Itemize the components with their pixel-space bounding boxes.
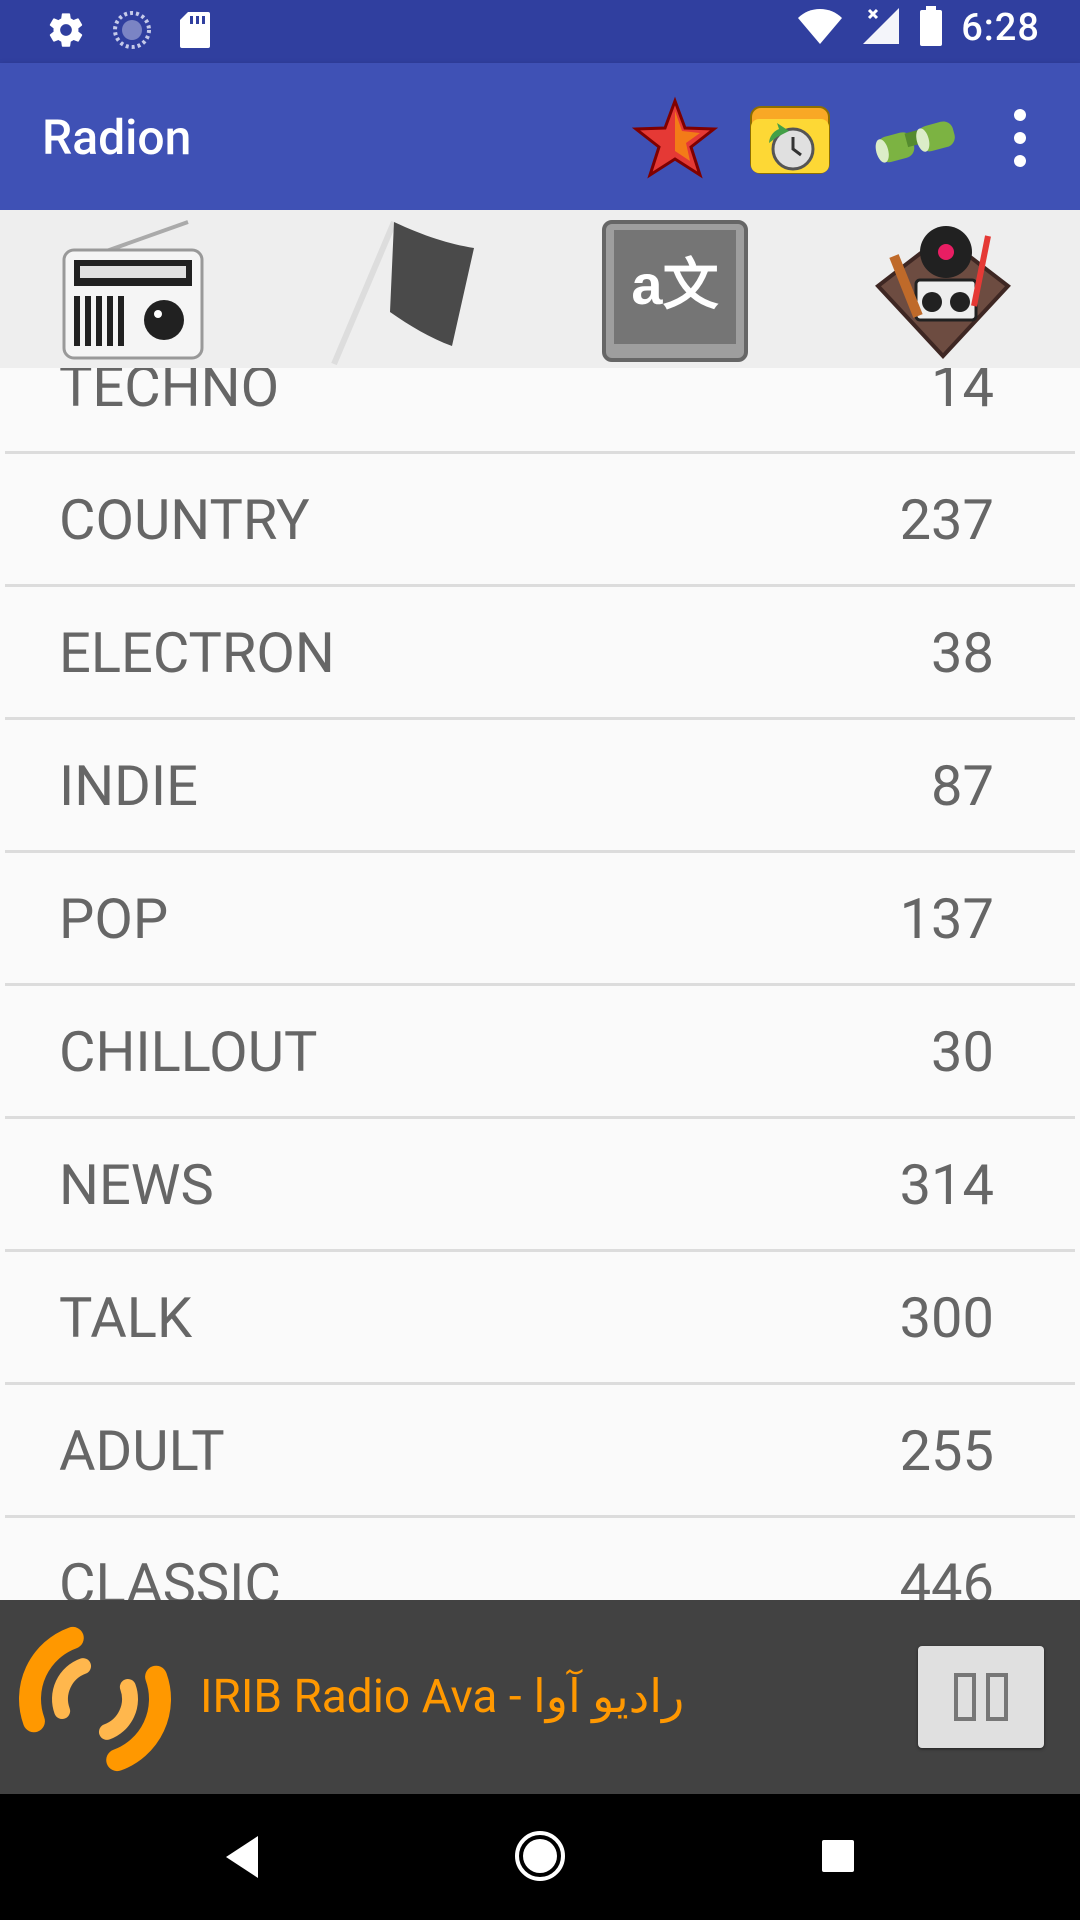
- binoculars-search-icon[interactable]: [870, 93, 960, 183]
- genre-label: ADULT: [59, 1418, 225, 1484]
- genre-list[interactable]: TECHNO 14 COUNTRY 237 ELECTRON 38 INDIE …: [0, 368, 1080, 1600]
- genre-label: INDIE: [59, 753, 198, 819]
- category-tab-bar: a文: [0, 210, 1080, 368]
- list-item[interactable]: CHILLOUT 30: [0, 986, 1080, 1119]
- radio-icon[interactable]: [58, 216, 208, 366]
- battery-icon: [919, 6, 943, 50]
- signal-icon: [861, 6, 901, 50]
- system-nav-bar: [0, 1794, 1080, 1920]
- now-playing-bar[interactable]: IRIB Radio Ava - رادیو آوا: [0, 1600, 1080, 1794]
- wifi-icon: [797, 6, 843, 50]
- list-item[interactable]: TECHNO 14: [0, 368, 1080, 454]
- favorites-star-icon[interactable]: [630, 93, 720, 183]
- list-item[interactable]: CLASSIC 446: [0, 1518, 1080, 1600]
- app-bar: Radion: [0, 63, 1080, 210]
- pause-button[interactable]: [918, 1646, 1044, 1748]
- station-count: 87: [931, 753, 994, 819]
- station-count: 300: [899, 1285, 994, 1351]
- station-logo: [10, 1614, 180, 1784]
- genre-label: TALK: [59, 1285, 193, 1351]
- overflow-menu-icon[interactable]: [990, 93, 1050, 183]
- list-item[interactable]: NEWS 314: [0, 1119, 1080, 1252]
- list-item[interactable]: COUNTRY 237: [0, 454, 1080, 587]
- genre-label: CLASSIC: [59, 1551, 281, 1600]
- station-count: 137: [899, 886, 994, 952]
- genre-label: TECHNO: [59, 368, 280, 420]
- svg-text:a文: a文: [631, 253, 718, 316]
- language-icon[interactable]: a文: [600, 216, 750, 366]
- list-item[interactable]: ADULT 255: [0, 1385, 1080, 1518]
- station-count: 314: [899, 1152, 994, 1218]
- station-count: 237: [899, 487, 994, 553]
- station-count: 38: [931, 620, 994, 686]
- settings-icon: [46, 10, 86, 54]
- station-count: 446: [899, 1551, 994, 1600]
- list-item[interactable]: INDIE 87: [0, 720, 1080, 853]
- home-icon[interactable]: [514, 1830, 566, 1886]
- station-name: IRIB Radio Ava - رادیو آوا: [200, 1670, 685, 1724]
- recents-icon[interactable]: [820, 1838, 856, 1878]
- genre-label: COUNTRY: [59, 487, 310, 553]
- station-count: 255: [899, 1418, 994, 1484]
- back-icon[interactable]: [222, 1834, 262, 1884]
- history-folder-icon[interactable]: [745, 93, 835, 183]
- app-title: Radion: [42, 109, 192, 166]
- genre-label: CHILLOUT: [59, 1019, 318, 1085]
- country-flag-icon[interactable]: [328, 216, 478, 366]
- status-bar: 6:28: [0, 0, 1080, 63]
- station-count: 14: [931, 368, 994, 420]
- station-count: 30: [931, 1019, 994, 1085]
- genre-label: POP: [59, 886, 169, 952]
- genre-music-icon[interactable]: [868, 216, 1018, 366]
- genre-label: NEWS: [59, 1152, 214, 1218]
- clock: 6:28: [961, 6, 1040, 50]
- sd-card-icon: [178, 10, 212, 54]
- pause-icon: [954, 1673, 1008, 1725]
- list-item[interactable]: ELECTRON 38: [0, 587, 1080, 720]
- list-item[interactable]: TALK 300: [0, 1252, 1080, 1385]
- list-item[interactable]: POP 137: [0, 853, 1080, 986]
- sync-icon: [112, 10, 152, 54]
- genre-label: ELECTRON: [59, 620, 335, 686]
